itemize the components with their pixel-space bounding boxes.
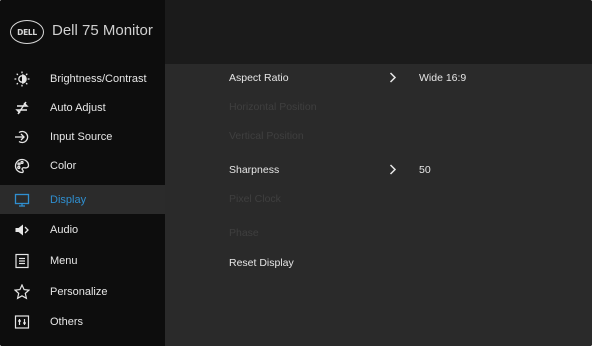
phase-row: Phase bbox=[165, 219, 592, 248]
horizontal-position-row: Horizontal Position bbox=[165, 93, 592, 122]
sidebar-item-label: Menu bbox=[50, 254, 78, 267]
display-icon bbox=[14, 192, 30, 208]
aspect-ratio-label: Aspect Ratio bbox=[229, 72, 289, 84]
sidebar-item-others[interactable]: Others bbox=[0, 307, 165, 336]
vertical-position-label: Vertical Position bbox=[229, 130, 304, 142]
monitor-osd: DELL Dell 75 Monitor Brightness/Contrast bbox=[0, 0, 592, 346]
aspect-ratio-row[interactable]: Aspect Ratio Wide 16:9 bbox=[165, 64, 592, 93]
pixel-clock-label: Pixel Clock bbox=[229, 193, 281, 205]
sidebar-item-label: Auto Adjust bbox=[50, 101, 106, 114]
reset-display-label: Reset Display bbox=[229, 257, 294, 269]
dell-logo: DELL bbox=[10, 20, 44, 44]
brightness-icon bbox=[14, 71, 30, 87]
vertical-position-row: Vertical Position bbox=[165, 122, 592, 151]
sidebar-item-label: Personalize bbox=[50, 285, 108, 298]
sidebar-item-menu[interactable]: Menu bbox=[0, 246, 165, 275]
sidebar-item-label: Audio bbox=[50, 223, 79, 236]
sidebar: Brightness/Contrast Auto Adjust Input So… bbox=[0, 64, 165, 346]
sidebar-item-label: Display bbox=[50, 193, 87, 206]
sidebar-item-brightness-contrast[interactable]: Brightness/Contrast bbox=[0, 64, 165, 93]
sidebar-item-input-source[interactable]: Input Source bbox=[0, 122, 165, 151]
auto-adjust-icon bbox=[14, 100, 30, 116]
sidebar-item-personalize[interactable]: Personalize bbox=[0, 277, 165, 306]
color-palette-icon bbox=[14, 158, 30, 174]
sidebar-item-label: Input Source bbox=[50, 130, 113, 143]
chevron-right-icon bbox=[389, 72, 399, 84]
menu-icon bbox=[14, 253, 30, 269]
aspect-ratio-value: Wide 16:9 bbox=[419, 72, 467, 84]
sidebar-item-label: Color bbox=[50, 159, 77, 172]
horizontal-position-label: Horizontal Position bbox=[229, 101, 317, 113]
sharpness-value: 50 bbox=[419, 164, 431, 176]
sidebar-item-display[interactable]: Display bbox=[0, 185, 165, 214]
sidebar-item-label: Brightness/Contrast bbox=[50, 72, 147, 85]
sidebar-item-audio[interactable]: Audio bbox=[0, 215, 165, 244]
speaker-icon bbox=[14, 222, 30, 238]
header-brand-area: DELL Dell 75 Monitor bbox=[0, 0, 165, 64]
pixel-clock-row: Pixel Clock bbox=[165, 185, 592, 214]
sharpness-label: Sharpness bbox=[229, 164, 280, 176]
sidebar-item-label: Others bbox=[50, 315, 84, 328]
phase-label: Phase bbox=[229, 227, 259, 239]
reset-display-row[interactable]: Reset Display bbox=[165, 249, 592, 278]
sharpness-row[interactable]: Sharpness 50 bbox=[165, 156, 592, 185]
input-source-icon bbox=[14, 129, 30, 145]
page-title: Dell 75 Monitor bbox=[52, 22, 153, 39]
display-settings-panel: Aspect Ratio Wide 16:9 Horizontal Positi… bbox=[165, 64, 592, 346]
sidebar-item-color[interactable]: Color bbox=[0, 151, 165, 180]
header: DELL Dell 75 Monitor bbox=[0, 0, 592, 64]
star-icon bbox=[14, 283, 30, 300]
chevron-right-icon bbox=[389, 164, 399, 176]
others-icon bbox=[14, 314, 30, 330]
sidebar-item-auto-adjust[interactable]: Auto Adjust bbox=[0, 93, 165, 122]
